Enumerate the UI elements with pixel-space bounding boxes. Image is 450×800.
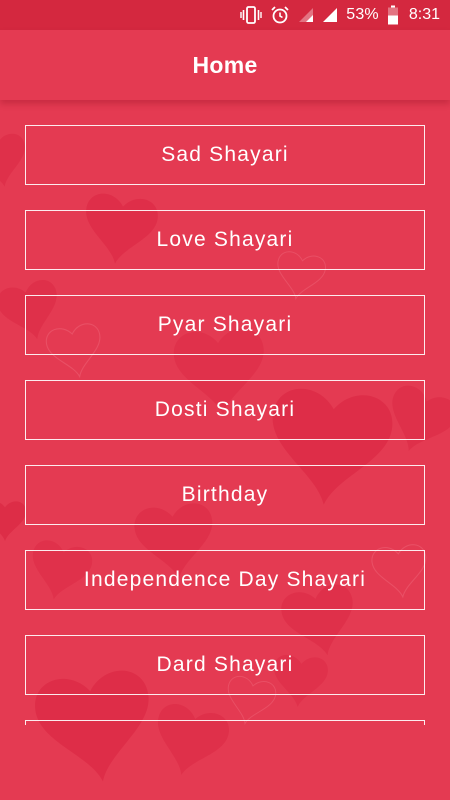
app-bar: Home [0,30,450,100]
menu-item-independence-day-shayari[interactable]: Independence Day Shayari [25,550,425,610]
menu-item-birthday[interactable]: Birthday [25,465,425,525]
menu-item-dard-shayari[interactable]: Dard Shayari [25,635,425,695]
alarm-icon [270,5,290,25]
menu-item-love-shayari[interactable]: Love Shayari [25,210,425,270]
menu-item-sad-shayari[interactable]: Sad Shayari [25,125,425,185]
status-time: 8:31 [408,6,440,23]
battery-icon [387,5,399,25]
menu-item-partial[interactable] [25,720,425,725]
menu-item-dosti-shayari[interactable]: Dosti Shayari [25,380,425,440]
signal-empty-icon [298,5,314,25]
vibrate-icon [240,5,262,25]
menu-item-pyar-shayari[interactable]: Pyar Shayari [25,295,425,355]
battery-percent: 53% [346,6,379,23]
menu-list: Sad Shayari Love Shayari Pyar Shayari Do… [25,125,425,725]
status-icons: 53% 8:31 [240,0,440,30]
signal-icon [322,5,338,25]
status-bar: 53% 8:31 [0,0,450,30]
page-title: Home [192,51,258,78]
